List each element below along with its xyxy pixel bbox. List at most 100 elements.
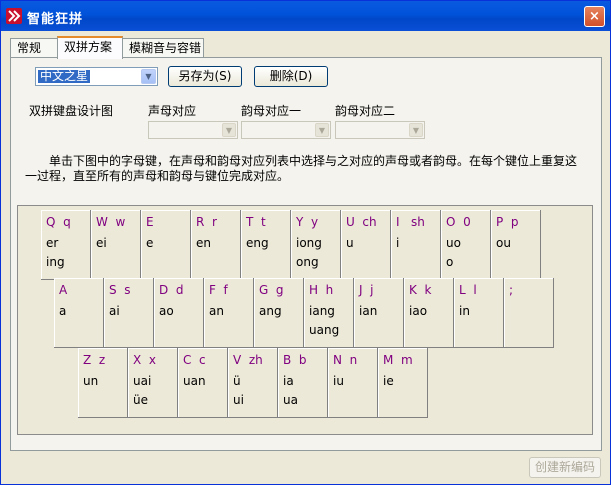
key-finals: ian: [359, 304, 378, 318]
key-label: Q q: [46, 215, 71, 229]
key-1-6[interactable]: J j ian: [354, 278, 404, 348]
key-0-4[interactable]: T t eng: [241, 210, 291, 280]
key-1-4[interactable]: G g ang: [254, 278, 304, 348]
key-label: G g: [259, 283, 284, 297]
key-finals: en: [196, 236, 211, 250]
key-finals: e: [146, 236, 154, 250]
key-1-0[interactable]: Aa: [54, 278, 104, 348]
key-finals: u: [346, 236, 354, 250]
key-finals: ia ua: [283, 374, 298, 407]
key-0-2[interactable]: Ee: [141, 210, 191, 280]
key-finals: ü ui: [233, 374, 244, 407]
key-0-7[interactable]: I sh i: [391, 210, 441, 280]
key-1-2[interactable]: D d ao: [154, 278, 204, 348]
key-label: A: [59, 283, 68, 297]
tab-panel: 中文之星 ▼ 另存为(S) 删除(D) 双拼键盘设计图 声母对应 韵母对应一 韵…: [10, 57, 602, 478]
key-label: O 0: [446, 215, 471, 229]
key-0-5[interactable]: Y y iong ong: [291, 210, 341, 280]
key-label: K k: [409, 283, 432, 297]
save-as-button[interactable]: 另存为(S): [168, 66, 242, 87]
instructions-text: 单击下图中的字母键，在声母和韵母对应列表中选择与之对应的声母或者韵母。在每个键位…: [25, 154, 578, 183]
key-label: W w: [96, 215, 126, 229]
final2-label: 韵母对应二: [335, 104, 396, 118]
key-label: H h: [309, 283, 334, 297]
key-label: T t: [246, 215, 266, 229]
design-title: 双拼键盘设计图: [29, 104, 114, 118]
key-1-5[interactable]: H h iang uang: [304, 278, 354, 348]
key-finals: ou: [496, 236, 511, 250]
key-finals: ao: [159, 304, 174, 318]
scheme-select[interactable]: 中文之星 ▼: [35, 67, 158, 86]
shuangpin-keyboard: Q q er ing W w ei Ee R r en T t eng Y y iong ong U …: [17, 205, 593, 435]
settings-window: 智能狂拼 × 常规 双拼方案 模糊音与容错 中文之星 ▼ 另存为(S) 删除(D…: [0, 0, 611, 485]
key-finals: ie: [383, 374, 394, 388]
close-button[interactable]: ×: [584, 6, 605, 27]
key-label: R r: [196, 215, 217, 229]
key-label: X x: [133, 353, 156, 367]
tab-general[interactable]: 常规: [10, 38, 58, 58]
key-finals: ai: [109, 304, 120, 318]
key-finals: ang: [259, 304, 282, 318]
key-label: J j: [359, 283, 374, 297]
delete-button[interactable]: 删除(D): [254, 66, 328, 87]
key-finals: a: [59, 304, 67, 318]
key-1-3[interactable]: F f an: [204, 278, 254, 348]
key-label: C c: [183, 353, 206, 367]
key-finals: iong ong: [296, 236, 322, 269]
key-label: P p: [496, 215, 519, 229]
key-0-1[interactable]: W w ei: [91, 210, 141, 280]
key-finals: in: [459, 304, 470, 318]
initial-select[interactable]: ▼: [148, 121, 238, 139]
create-new-code-button[interactable]: 创建新编码: [529, 457, 601, 478]
window-title: 智能狂拼: [27, 12, 84, 27]
key-finals: uai üe: [133, 374, 152, 407]
key-0-3[interactable]: R r en: [191, 210, 241, 280]
key-1-1[interactable]: S s ai: [104, 278, 154, 348]
key-0-0[interactable]: Q q er ing: [41, 210, 91, 280]
key-finals: er ing: [46, 236, 65, 269]
key-1-7[interactable]: K k iao: [404, 278, 454, 348]
key-label: ;: [509, 283, 514, 297]
key-finals: uo o: [446, 236, 461, 269]
key-2-4[interactable]: B b ia ua: [278, 348, 328, 418]
tab-shuangpin-scheme[interactable]: 双拼方案: [57, 36, 123, 59]
key-finals: eng: [246, 236, 269, 250]
key-finals: ei: [96, 236, 107, 250]
scheme-selected-value: 中文之星: [38, 69, 91, 83]
key-2-5[interactable]: N n iu: [328, 348, 378, 418]
key-0-9[interactable]: P p ou: [491, 210, 541, 280]
key-label: M m: [383, 353, 413, 367]
key-label: Z z: [83, 353, 106, 367]
key-label: D d: [159, 283, 184, 297]
title-bar[interactable]: 智能狂拼 ×: [1, 1, 610, 31]
key-label: I sh: [396, 215, 425, 229]
key-2-0[interactable]: Z z un: [78, 348, 128, 418]
key-2-3[interactable]: V zh ü ui: [228, 348, 278, 418]
key-label: F f: [209, 283, 228, 297]
final1-select[interactable]: ▼: [241, 121, 331, 139]
key-0-6[interactable]: U ch u: [341, 210, 391, 280]
key-1-9[interactable]: ;: [504, 278, 554, 348]
key-label: N n: [333, 353, 358, 367]
app-logo-icon: [6, 8, 22, 24]
initial-label: 声母对应: [148, 104, 197, 118]
final2-select[interactable]: ▼: [335, 121, 425, 139]
key-2-2[interactable]: C c uan: [178, 348, 228, 418]
key-2-1[interactable]: X x uai üe: [128, 348, 178, 418]
key-label: B b: [283, 353, 307, 367]
tab-fuzzy-tolerance[interactable]: 模糊音与容错: [122, 38, 204, 58]
key-label: Y y: [296, 215, 319, 229]
key-label: L l: [459, 283, 477, 297]
chevron-down-icon[interactable]: ▼: [409, 123, 423, 137]
key-1-8[interactable]: L l in: [454, 278, 504, 348]
chevron-down-icon[interactable]: ▼: [222, 123, 236, 137]
key-finals: iang uang: [309, 304, 340, 337]
final1-label: 韵母对应一: [241, 104, 302, 118]
key-finals: un: [83, 374, 99, 388]
key-0-8[interactable]: O 0 uo o: [441, 210, 491, 280]
key-label: E: [146, 215, 154, 229]
key-finals: uan: [183, 374, 206, 388]
key-2-6[interactable]: M m ie: [378, 348, 428, 418]
chevron-down-icon[interactable]: ▼: [315, 123, 329, 137]
chevron-down-icon[interactable]: ▼: [141, 69, 156, 84]
